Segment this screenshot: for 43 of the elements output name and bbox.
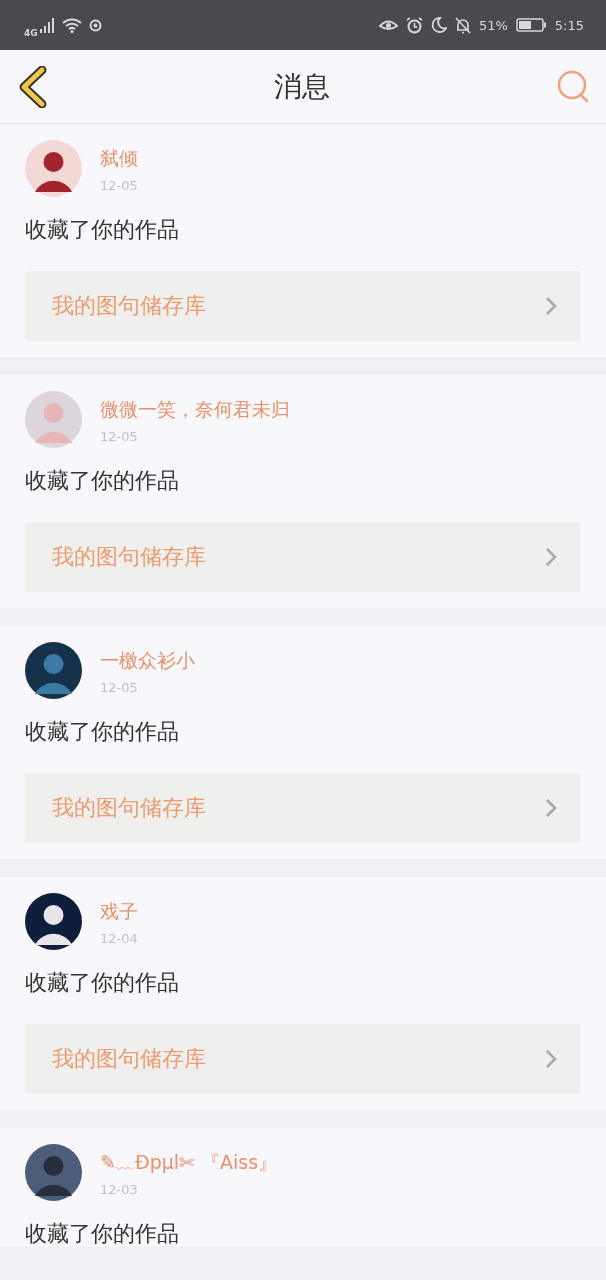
- collection-name: 我的图句储存库: [52, 794, 206, 822]
- battery-percent: 51%: [478, 17, 508, 33]
- chevron-right-icon: [545, 296, 557, 316]
- clock-time: 5:15: [554, 17, 584, 33]
- message-text: 收藏了你的作品: [25, 970, 180, 996]
- collection-link[interactable]: 我的图句储存库: [25, 773, 581, 843]
- avatar[interactable]: [25, 1144, 82, 1201]
- message-text: 收藏了你的作品: [25, 719, 180, 745]
- collection-name: 我的图句储存库: [52, 292, 206, 320]
- network-label: 4G: [24, 27, 38, 38]
- collection-name: 我的图句储存库: [52, 543, 206, 571]
- message-text: 收藏了你的作品: [25, 468, 180, 494]
- collection-link[interactable]: 我的图句储存库: [25, 522, 581, 592]
- moon-icon: [430, 17, 447, 33]
- message-text: 收藏了你的作品: [25, 1221, 180, 1247]
- chevron-right-icon: [545, 1049, 557, 1069]
- user-name[interactable]: 一檄众衫小: [100, 648, 195, 672]
- avatar[interactable]: [25, 893, 82, 950]
- message-date: 12-05: [100, 178, 138, 193]
- user-name[interactable]: ✎﹏Ðpμl✄ 『Aiss』: [100, 1150, 278, 1174]
- eye-icon: [378, 18, 398, 32]
- avatar[interactable]: [25, 642, 82, 699]
- chevron-right-icon: [545, 798, 557, 818]
- message-date: 12-05: [100, 429, 139, 444]
- user-name[interactable]: 弑倾: [100, 146, 138, 170]
- page-title: 消息: [274, 68, 330, 105]
- message-date: 12-04: [100, 931, 138, 946]
- user-name[interactable]: 戏子: [100, 899, 138, 923]
- wifi-icon: [61, 17, 82, 33]
- collection-link[interactable]: 我的图句储存库: [25, 1024, 581, 1094]
- collection-name: 我的图句储存库: [52, 1045, 206, 1073]
- alarm-icon: [405, 16, 423, 34]
- chevron-right-icon: [545, 547, 557, 567]
- user-name[interactable]: 微微一笑，奈何君未归: [100, 397, 290, 421]
- record-icon: [88, 18, 102, 32]
- message-text: 收藏了你的作品: [25, 217, 180, 243]
- avatar[interactable]: [25, 140, 82, 197]
- message-date: 12-05: [100, 680, 139, 695]
- message-date: 12-03: [100, 1182, 139, 1197]
- muted-bell-icon: [454, 16, 471, 34]
- battery-icon: [515, 18, 547, 32]
- collection-link[interactable]: 我的图句储存库: [25, 271, 581, 341]
- signal-icon: [38, 17, 55, 33]
